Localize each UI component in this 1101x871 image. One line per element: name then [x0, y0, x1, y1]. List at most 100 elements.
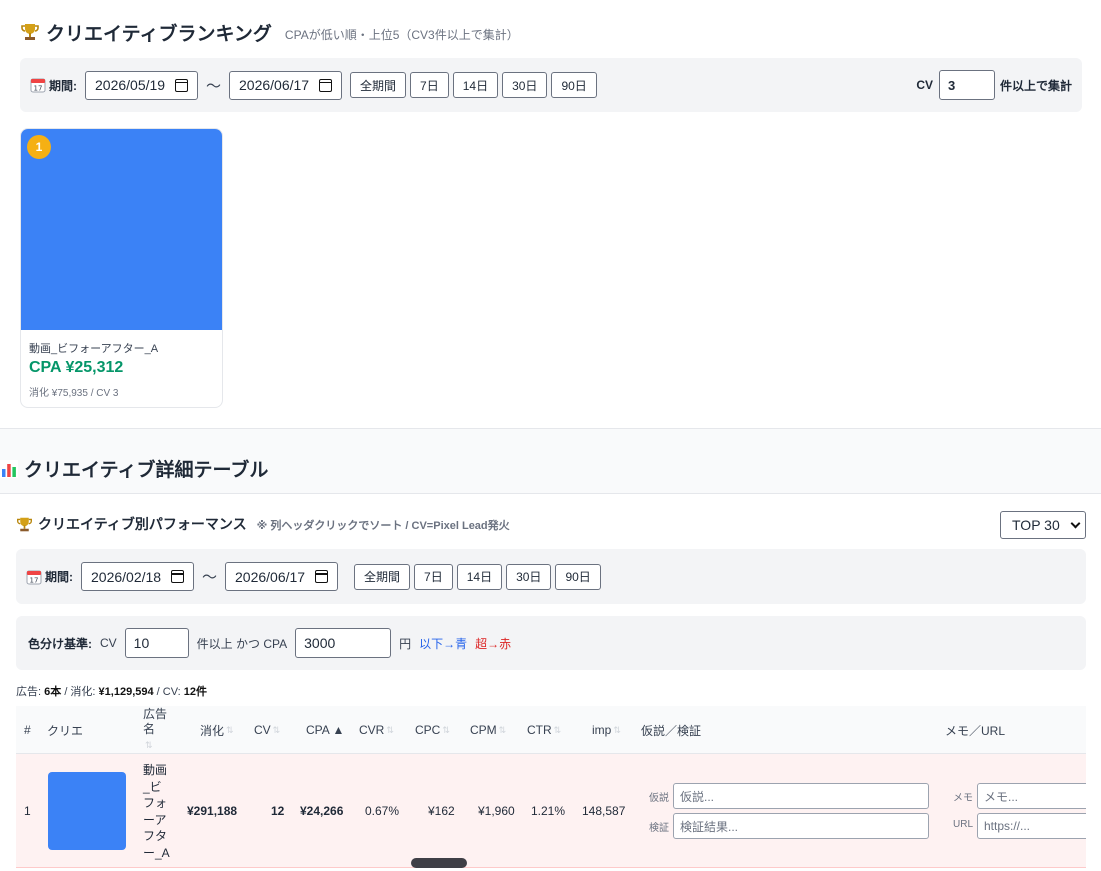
calendar-icon: 17 [26, 570, 42, 584]
col-cvr[interactable]: CVR ⇅ [359, 706, 394, 754]
period-14d-button[interactable]: 14日 [452, 72, 499, 98]
summary-spend-label: / 消化: [64, 686, 96, 698]
col-cpm[interactable]: CPM ⇅ [470, 706, 506, 754]
col-ctr[interactable]: CTR ⇅ [527, 706, 561, 754]
url-label: URL [953, 819, 974, 830]
ranking-card[interactable]: 1 動画_ビフォーアフター_A CPA ¥25,312 消化 ¥75,935 /… [20, 128, 223, 408]
creative-thumbnail [21, 129, 222, 330]
col-cvr-label: CVR [359, 723, 385, 737]
col-cpc[interactable]: CPC ⇅ [415, 706, 450, 754]
period-all-button[interactable]: 全期間 [350, 72, 407, 98]
detail-filter-bar: 17 期間: 2026/02/18 〜 2026/06/17 全期間 7日 14… [16, 549, 1086, 604]
row-cpm: ¥1,960 [478, 804, 515, 818]
creative-meta: 消化 ¥75,935 / CV 3 [29, 388, 119, 399]
trophy-icon [17, 517, 32, 531]
summary-line: 広告: 6本 / 消化: ¥1,129,594 / CV: 12件 [16, 683, 207, 699]
color-rule-bar: 色分け基準: CV 10 件以上 かつ CPA 3000 円 以下→青 超→赤 [16, 616, 1086, 670]
creative-name: 動画_ビフォーアフター_A [29, 343, 159, 355]
date-to-input[interactable]: 2026/06/17 [225, 562, 339, 591]
color-rule-cv-label: CV [100, 636, 117, 650]
table-header: # クリエ 広告名 ⇅ 消化 ⇅ CV ⇅ CPA ▲ CVR ⇅ CPC ⇅ CPM ⇅ … [16, 706, 1086, 754]
performance-title: クリエイティブ別パフォーマンス [38, 516, 247, 532]
ranking-header: クリエイティブランキング CPAが低い順・上位5（CV3件以上で集計） [20, 20, 519, 45]
period-90d-button[interactable]: 90日 [555, 563, 601, 590]
bar-chart-icon [0, 459, 18, 478]
col-imp[interactable]: imp ⇅ [592, 706, 621, 754]
period-30d-button[interactable]: 30日 [506, 563, 552, 590]
period-label: 期間: [49, 78, 77, 93]
performance-header: クリエイティブ別パフォーマンス ※ 列ヘッダクリックでソート / CV=Pixe… [16, 514, 510, 534]
col-index: # [24, 723, 31, 737]
period-14d-button[interactable]: 14日 [456, 563, 503, 590]
url-input[interactable]: https://... [977, 813, 1086, 839]
period-label: 期間: [45, 570, 73, 584]
col-adname-label: 広告名 [143, 706, 168, 736]
svg-text:17: 17 [30, 576, 39, 584]
sort-icon: ⇅ [386, 724, 394, 735]
col-cpa-label: CPA ▲ [306, 723, 345, 737]
period-all-button[interactable]: 全期間 [354, 563, 411, 590]
col-cpa[interactable]: CPA ▲ [306, 706, 344, 754]
creative-cpa: CPA ¥25,312 [29, 359, 124, 376]
calendar-picker-icon[interactable] [171, 570, 184, 583]
period-7d-button[interactable]: 7日 [410, 72, 449, 98]
calendar-picker-icon[interactable] [319, 78, 333, 92]
hypothesis-input[interactable]: 仮説... [673, 783, 929, 809]
horizontal-scrollbar[interactable] [411, 858, 467, 868]
cv-threshold-label: CV [916, 78, 933, 92]
top-n-select[interactable]: TOP 30 [1000, 511, 1086, 539]
ranking-title: クリエイティブランキング [46, 23, 272, 45]
col-hypothesis: 仮説／検証 [641, 723, 702, 738]
color-rule-label: 色分け基準: [28, 636, 92, 651]
col-cpm-label: CPM [470, 723, 497, 737]
color-rule-cpa-input[interactable]: 3000 [295, 628, 392, 658]
sort-icon: ⇅ [272, 724, 281, 735]
period-90d-button[interactable]: 90日 [551, 72, 597, 98]
ranking-filter-bar: 17 期間: 2026/05/19 〜 2026/06/17 全期間 7日 14… [20, 58, 1082, 112]
date-from-input[interactable]: 2026/02/18 [81, 562, 194, 591]
detail-heading-text: クリエイティブ詳細テーブル [24, 460, 269, 481]
creative-thumbnail[interactable] [48, 772, 126, 850]
trophy-icon [21, 24, 39, 40]
color-rule-cv-input[interactable]: 10 [124, 628, 189, 658]
performance-table: # クリエ 広告名 ⇅ 消化 ⇅ CV ⇅ CPA ▲ CVR ⇅ CPC ⇅ CPM ⇅ … [16, 706, 1086, 868]
hypothesis-label: 仮説 [649, 793, 669, 804]
col-adname[interactable]: 広告名 ⇅ [143, 706, 173, 754]
col-cv-label: CV [254, 723, 271, 737]
color-rule-below: 以下→青 [419, 636, 468, 651]
summary-ads-label: 広告: [16, 686, 42, 698]
date-to-value: 2026/06/17 [235, 568, 306, 585]
calendar-icon: 17 [30, 78, 46, 93]
date-to-input[interactable]: 2026/06/17 [229, 70, 343, 100]
col-creative[interactable]: クリエ [47, 706, 83, 754]
chevron-down-icon [1070, 518, 1081, 528]
memo-input[interactable]: メモ... [977, 783, 1086, 809]
calendar-picker-icon[interactable] [175, 78, 188, 92]
color-rule-yen: 円 [399, 636, 412, 651]
ranking-subtitle: CPAが低い順・上位5（CV3件以上で集計） [284, 27, 519, 42]
col-imp-label: imp [592, 723, 612, 737]
table-row[interactable]: 1 動画_ビフォーアフター_A ¥291,188 12 ¥24,266 0.67… [16, 754, 1086, 868]
col-spend[interactable]: 消化 ⇅ [200, 706, 234, 754]
verification-label: 検証 [649, 823, 669, 834]
row-adname: 動画_ビフォーアフター_A [143, 763, 170, 860]
col-ctr-label: CTR [527, 723, 552, 737]
col-spend-label: 消化 [200, 723, 225, 738]
summary-cv-value: 12件 [183, 686, 208, 698]
cv-threshold-suffix: 件以上で集計 [999, 78, 1072, 93]
summary-spend-value: ¥1,129,594 [98, 686, 154, 698]
row-ctr: 1.21% [531, 804, 566, 818]
row-cpc: ¥162 [428, 804, 455, 818]
verification-input[interactable]: 検証結果... [673, 813, 929, 839]
sort-icon: ⇅ [553, 724, 562, 735]
col-cv[interactable]: CV ⇅ [254, 706, 280, 754]
row-cv: 12 [271, 804, 285, 818]
cv-threshold-input[interactable]: 3 [938, 70, 995, 100]
calendar-picker-icon[interactable] [315, 570, 329, 583]
period-7d-button[interactable]: 7日 [414, 563, 453, 590]
date-from-input[interactable]: 2026/05/19 [85, 70, 198, 100]
period-30d-button[interactable]: 30日 [502, 72, 548, 98]
top-n-value: TOP 30 [1012, 517, 1060, 533]
range-separator: 〜 [202, 569, 218, 586]
summary-ads-value: 6本 [44, 686, 62, 698]
